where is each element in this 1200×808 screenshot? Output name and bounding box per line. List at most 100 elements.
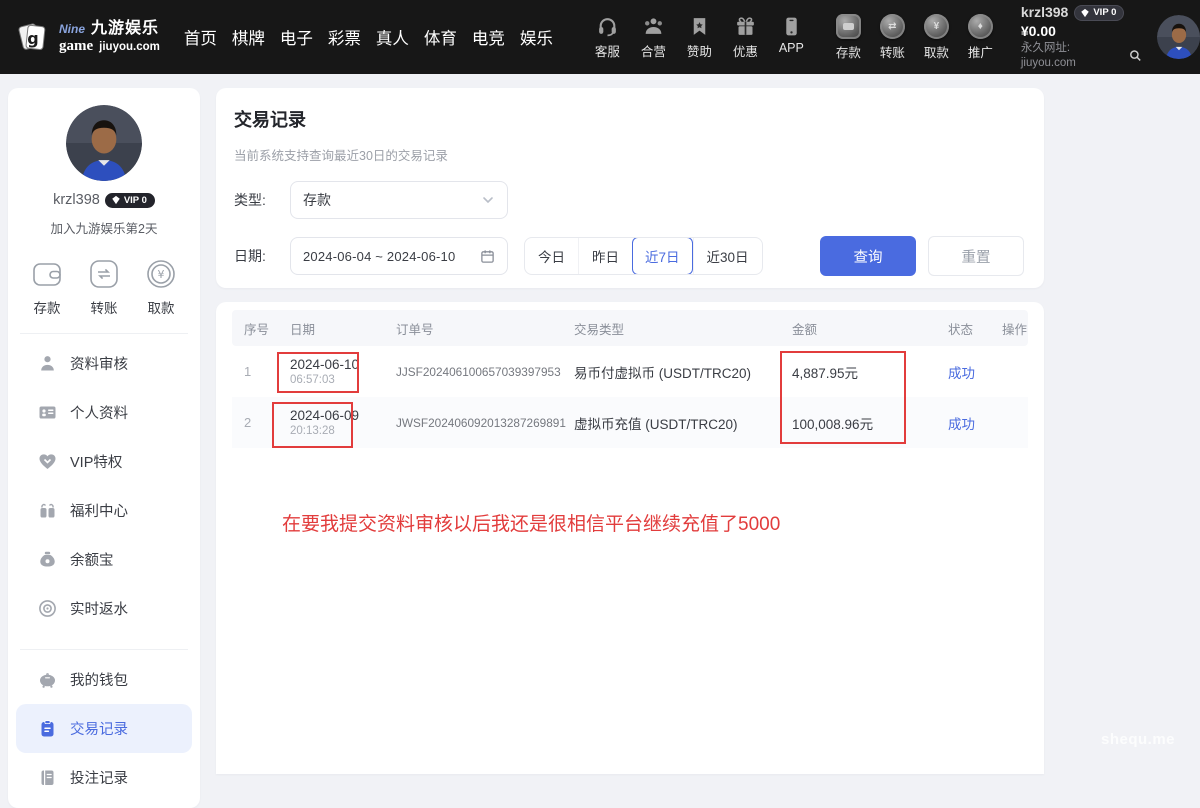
sidebar-item-welfare[interactable]: 福利中心 <box>8 486 200 535</box>
quick-app[interactable]: APP <box>773 15 810 60</box>
quick-promos[interactable]: 优惠 <box>727 15 764 60</box>
topbar-transfer-label: 转账 <box>880 42 905 61</box>
transfer-button[interactable]: 转账 <box>87 257 121 317</box>
welfare-icon <box>38 501 57 520</box>
sidebar-item-label: 实时返水 <box>70 598 128 619</box>
row-status-link[interactable]: 成功 <box>936 413 990 433</box>
deposit-label: 存款 <box>34 297 61 317</box>
nav-sports[interactable]: 体育 <box>422 21 459 53</box>
sidebar-actions: 存款 转账 ¥ 取款 <box>8 257 200 317</box>
quick-range-group: 今日 昨日 近7日 近30日 <box>524 237 763 275</box>
profile-card: krzl398 VIP 0 加入九游娱乐第2天 <box>8 88 200 237</box>
quick-sponsor-label: 赞助 <box>687 41 712 60</box>
row-index: 2 <box>232 415 278 430</box>
row-transaction-type: 虚拟币充值 (USDT/TRC20) <box>562 413 780 433</box>
sidebar-item-vip[interactable]: VIP特权 <box>8 437 200 486</box>
page-title: 交易记录 <box>234 106 1026 132</box>
avatar[interactable] <box>1157 15 1200 59</box>
sidebar: krzl398 VIP 0 加入九游娱乐第2天 存款 转账 <box>8 88 200 808</box>
row-amount: 4,887.95元 <box>780 362 936 382</box>
sidebar-item-bet-records[interactable]: 投注记录 <box>8 753 200 802</box>
transactions-table-card: 序号 日期 订单号 交易类型 金额 状态 操作 1 2024-06-10 06:… <box>216 302 1044 774</box>
nav-home[interactable]: 首页 <box>182 21 219 53</box>
sponsor-bookmark-icon <box>688 15 711 38</box>
sidebar-item-yuebao[interactable]: 余额宝 <box>8 535 200 584</box>
money-bag-icon <box>38 550 57 569</box>
page-subtitle: 当前系统支持查询最近30日的交易记录 <box>234 145 1026 164</box>
quick-partners[interactable]: 合营 <box>635 15 672 60</box>
quick-sponsor[interactable]: 赞助 <box>681 15 718 60</box>
query-button[interactable]: 查询 <box>820 236 916 276</box>
topbar-deposit-label: 存款 <box>836 42 861 61</box>
type-select[interactable]: 存款 <box>290 181 508 219</box>
topbar-deposit[interactable]: 存款 <box>830 14 867 61</box>
sidebar-item-transactions[interactable]: 交易记录 <box>16 704 192 753</box>
transfer-icon <box>87 257 121 291</box>
row-status-link[interactable]: 成功 <box>936 362 990 382</box>
user-info: krzl398 VIP 0 ¥0.00 永久网址: jiuyou.com <box>1021 4 1142 70</box>
withdraw-icon: ¥ <box>144 257 178 291</box>
reset-button[interactable]: 重置 <box>928 236 1024 276</box>
row-date: 2024-06-10 06:57:03 <box>278 357 384 386</box>
vip-heart-icon <box>38 452 57 471</box>
range-last7days[interactable]: 近7日 <box>632 237 693 275</box>
vip-badge[interactable]: VIP 0 <box>1074 5 1124 21</box>
sidebar-item-label: VIP特权 <box>70 451 122 472</box>
vip-badge[interactable]: VIP 0 <box>105 193 155 208</box>
svg-text:¥: ¥ <box>158 268 165 281</box>
sidebar-item-personal-info[interactable]: 个人资料 <box>8 388 200 437</box>
search-icon[interactable] <box>1129 49 1142 62</box>
topbar-withdraw-label: 取款 <box>924 42 949 61</box>
nav-chess[interactable]: 棋牌 <box>230 21 267 53</box>
sidebar-item-my-wallet[interactable]: 我的钱包 <box>8 655 200 704</box>
transfer-label: 转账 <box>91 297 118 317</box>
time-value: 06:57:03 <box>290 374 384 386</box>
time-value: 20:13:28 <box>290 425 384 437</box>
date-filter-row: 日期: 2024-06-04 ~ 2024-06-10 今日 昨日 近7日 近3… <box>234 236 1026 276</box>
avatar[interactable] <box>66 105 142 181</box>
topbar-withdraw[interactable]: ¥ 取款 <box>918 14 955 61</box>
calendar-icon <box>480 249 495 264</box>
quick-support[interactable]: 客服 <box>589 15 626 60</box>
topbar-transfer[interactable]: ⇄ 转账 <box>874 14 911 61</box>
deposit-icon <box>30 257 64 291</box>
username[interactable]: krzl398 <box>1021 4 1068 22</box>
watermark: shequ.me <box>1101 731 1175 748</box>
piggy-bank-icon <box>38 670 57 689</box>
date-value: 2024-06-09 <box>290 408 384 423</box>
main-nav: 首页 棋牌 电子 彩票 真人 体育 电竞 娱乐 <box>182 21 555 53</box>
deposit-button[interactable]: 存款 <box>30 257 64 317</box>
date-range-value: 2024-06-04 ~ 2024-06-10 <box>303 249 455 264</box>
nav-slots[interactable]: 电子 <box>278 21 315 53</box>
logo-nine: Nine <box>59 23 85 36</box>
headset-icon <box>596 15 619 38</box>
sidebar-item-label: 福利中心 <box>70 500 128 521</box>
sidebar-item-profile-review[interactable]: 资料审核 <box>8 339 200 388</box>
mobile-app-icon <box>780 15 803 38</box>
nav-entertainment[interactable]: 娱乐 <box>518 21 555 53</box>
nav-esports[interactable]: 电竞 <box>470 21 507 53</box>
bet-records-icon <box>38 768 57 787</box>
topbar-promote-label: 推广 <box>968 42 993 61</box>
date-value: 2024-06-10 <box>290 357 384 372</box>
profile-review-icon <box>38 354 57 373</box>
nav-live[interactable]: 真人 <box>374 21 411 53</box>
withdraw-coin-icon: ¥ <box>924 14 949 39</box>
topbar: g Nine 九游娱乐 game jiuyou.com 首页 棋牌 电子 彩票 … <box>0 0 1200 74</box>
sidebar-item-rebate[interactable]: 实时返水 <box>8 584 200 633</box>
sidebar-menu: 资料审核 个人资料 VIP特权 福利中心 <box>8 334 200 633</box>
topbar-promote[interactable]: ♦ 推广 <box>962 14 999 61</box>
type-select-value: 存款 <box>303 190 331 210</box>
sidebar-item-label: 投注记录 <box>70 767 128 788</box>
range-yesterday[interactable]: 昨日 <box>578 238 632 274</box>
row-index: 1 <box>232 364 278 379</box>
range-last30days[interactable]: 近30日 <box>693 238 762 274</box>
date-range-input[interactable]: 2024-06-04 ~ 2024-06-10 <box>290 237 508 275</box>
nav-lottery[interactable]: 彩票 <box>326 21 363 53</box>
col-header-order: 订单号 <box>384 319 562 338</box>
range-today[interactable]: 今日 <box>525 238 578 274</box>
site-logo[interactable]: g Nine 九游娱乐 game jiuyou.com <box>14 18 160 56</box>
withdraw-button[interactable]: ¥ 取款 <box>144 257 178 317</box>
joined-days: 加入九游娱乐第2天 <box>8 218 200 237</box>
chevron-down-icon <box>481 193 495 207</box>
